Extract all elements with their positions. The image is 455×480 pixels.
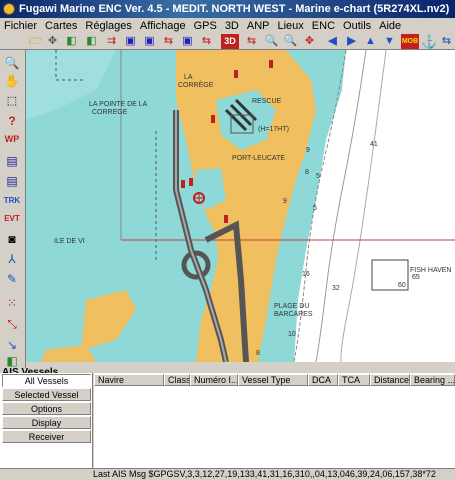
mob-button[interactable]: MOB (401, 34, 419, 49)
sounding-8b: 8 (256, 350, 260, 357)
label-correge: CORREGE (92, 109, 128, 116)
all-vessels-button[interactable]: All Vessels (2, 374, 91, 387)
sounding-10: 10 (288, 331, 296, 338)
route-3-icon[interactable]: ⇆ (199, 34, 214, 49)
chart-layers-2-icon[interactable]: ◧ (84, 34, 99, 49)
sounding-5a: 5 (316, 173, 320, 180)
layers-icon[interactable]: ◧ (3, 354, 21, 368)
status-bar: Last AIS Msg $GPGSV,3,3,12,27,19,133,41,… (0, 468, 455, 480)
mark-icon[interactable]: ▣ (180, 34, 195, 49)
route-5-icon[interactable]: ⇆ (439, 34, 454, 49)
arrow-down-icon[interactable]: ▼ (382, 34, 397, 49)
track-tool-icon[interactable]: TRK (3, 192, 21, 209)
display-button[interactable]: Display (2, 416, 91, 429)
route-icon[interactable]: ⇉ (104, 34, 119, 49)
measure-icon[interactable]: ⅄ (3, 250, 21, 267)
select-rect-icon[interactable]: ⬚ (3, 92, 21, 109)
waypoint-tool-icon[interactable]: WP (3, 130, 21, 147)
sounding-65: 65 (412, 274, 420, 281)
label-rescue: RESCUE (252, 98, 282, 105)
col-navire[interactable]: Navire (94, 374, 164, 386)
options-button[interactable]: Options (2, 402, 91, 415)
label-barcares: BARCARES (274, 311, 313, 318)
chart-canvas[interactable]: LA POINTE DE LA CORREGE LA CORRÈGE RESCU… (26, 50, 455, 362)
receiver-button[interactable]: Receiver (2, 430, 91, 443)
menu-3d[interactable]: 3D (221, 20, 243, 32)
title-bar: Fugawi Marine ENC Ver. 4.5 - MEDIT. NORT… (0, 0, 455, 18)
sounding-60: 60 (398, 282, 406, 289)
track-icon[interactable]: ▣ (142, 34, 157, 49)
chart-map[interactable]: LA POINTE DE LA CORREGE LA CORRÈGE RESCU… (26, 50, 455, 362)
pan-cross-icon[interactable]: ✥ (45, 34, 60, 49)
zoom-in-icon[interactable]: 🔍 (264, 34, 279, 49)
col-vessel-type[interactable]: Vessel Type (238, 374, 308, 386)
menu-gps[interactable]: GPS (190, 20, 221, 32)
col-distance[interactable]: Distance (370, 374, 410, 386)
route-arrow-icon[interactable]: ↘ (3, 336, 21, 353)
menu-anp[interactable]: ANP (243, 20, 274, 32)
route-tool-icon[interactable]: ▤ (3, 152, 21, 169)
node-icon[interactable]: ⁙ (3, 294, 21, 311)
route-edit-icon[interactable]: ▤ (3, 172, 21, 189)
waypoint-icon[interactable]: ▣ (123, 34, 138, 49)
label-height: (H=17HT) (258, 126, 289, 133)
label-ile-de-vi: ILE DE VI (54, 238, 85, 245)
menu-lieux[interactable]: Lieux (274, 20, 308, 32)
menu-affichage[interactable]: Affichage (136, 20, 190, 32)
camera-icon[interactable]: ◙ (3, 230, 21, 247)
query-icon[interactable]: ? (3, 112, 21, 129)
sounding-9a: 9 (306, 147, 310, 154)
col-class[interactable]: Class (164, 374, 190, 386)
window-title: Fugawi Marine ENC Ver. 4.5 - MEDIT. NORT… (19, 3, 450, 15)
ais-button-panel: All Vessels Selected Vessel Options Disp… (0, 373, 93, 468)
route-4-icon[interactable]: ⇆ (244, 34, 259, 49)
arrow-left-icon[interactable]: ◀ (325, 34, 340, 49)
anchor-icon[interactable]: ⚓ (421, 34, 437, 49)
menu-fichier[interactable]: Fichier (0, 20, 41, 32)
hand-pan-icon[interactable]: ✋ (3, 72, 21, 89)
app-icon (3, 3, 15, 15)
label-pointe: LA POINTE DE LA (89, 101, 148, 108)
col-dca[interactable]: DCA (308, 374, 338, 386)
left-toolbar: 🔍 ✋ ⬚ ? WP ▤ ▤ TRK EVT ◙ ⅄ ✎ ⁙ ⤡ ↘ ◧ (0, 50, 26, 368)
move-icon[interactable]: ⤡ (3, 316, 21, 333)
label-plage: PLAGE DU (274, 303, 309, 310)
sounding-8: 8 (305, 169, 309, 176)
arrow-up-icon[interactable]: ▲ (363, 34, 378, 49)
menu-aide[interactable]: Aide (375, 20, 405, 32)
route-2-icon[interactable]: ⇆ (161, 34, 176, 49)
fit-extent-icon[interactable]: ✥ (302, 34, 317, 49)
sounding-16: 16 (302, 271, 310, 278)
menu-enc[interactable]: ENC (308, 20, 339, 32)
col-bearing[interactable]: Bearing ... (410, 374, 455, 386)
zoom-out-icon[interactable]: 🔍 (283, 34, 298, 49)
pencil-icon[interactable]: ✎ (3, 270, 21, 287)
arrow-right-icon[interactable]: ▶ (344, 34, 359, 49)
menu-outils[interactable]: Outils (339, 20, 375, 32)
menu-reglages[interactable]: Réglages (81, 20, 135, 32)
label-correge-2: CORRÈGE (178, 80, 214, 89)
col-numero[interactable]: Numéro I... (190, 374, 238, 386)
chart-layers-icon[interactable]: ◧ (64, 34, 79, 49)
menu-cartes[interactable]: Cartes (41, 20, 81, 32)
main-toolbar: 🗁 ✥ ◧ ◧ ⇉ ▣ ▣ ⇆ ▣ ⇆ 3D ⇆ 🔍 🔍 ✥ ◀ ▶ ▲ ▼ M… (0, 33, 455, 50)
sounding-41: 41 (370, 141, 378, 148)
open-folder-icon[interactable]: 🗁 (28, 34, 43, 49)
label-fish-haven: FISH HAVEN (410, 267, 452, 274)
view-3d-button[interactable]: 3D (221, 34, 239, 49)
sounding-32: 32 (332, 285, 340, 292)
col-tca[interactable]: TCA (338, 374, 370, 386)
sounding-5b: 5 (313, 205, 317, 212)
menu-bar: Fichier Cartes Réglages Affichage GPS 3D… (0, 18, 455, 33)
event-tool-icon[interactable]: EVT (3, 210, 21, 227)
sounding-9b: 9 (283, 198, 287, 205)
selected-vessel-button[interactable]: Selected Vessel (2, 388, 91, 401)
zoom-tool-icon[interactable]: 🔍 (3, 54, 21, 71)
label-port-leucate: PORT-LEUCATE (232, 155, 285, 162)
label-la: LA (184, 74, 193, 81)
ais-vessel-table[interactable]: Navire Class Numéro I... Vessel Type DCA… (94, 373, 455, 468)
